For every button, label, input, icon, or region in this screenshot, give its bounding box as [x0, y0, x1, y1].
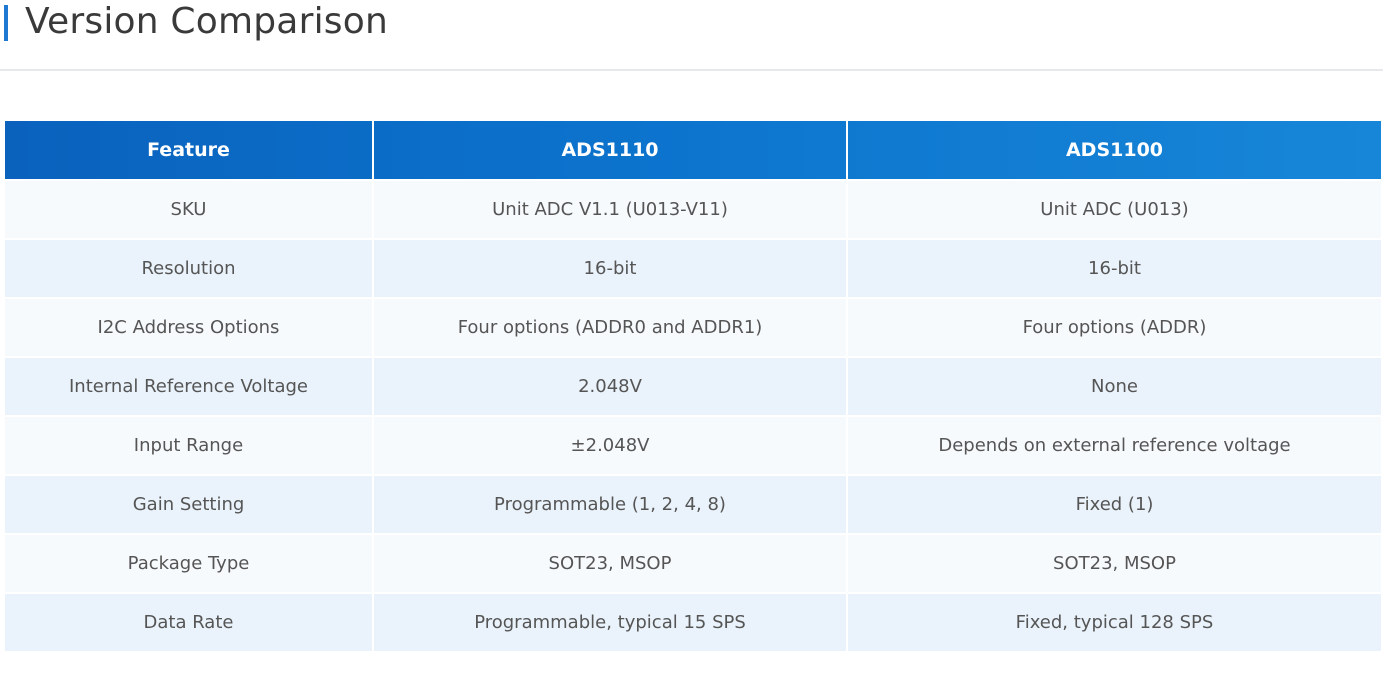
- title-accent-bar: [4, 5, 8, 41]
- feature-cell: Gain Setting: [5, 474, 374, 533]
- table-row: Internal Reference Voltage 2.048V None: [5, 356, 1381, 415]
- table-row: Gain Setting Programmable (1, 2, 4, 8) F…: [5, 474, 1381, 533]
- ads1110-cell: Unit ADC V1.1 (U013-V11): [374, 179, 848, 238]
- feature-cell: I2C Address Options: [5, 297, 374, 356]
- ads1110-cell: Programmable, typical 15 SPS: [374, 592, 848, 651]
- comparison-table: Feature ADS1110 ADS1100 SKU Unit ADC V1.…: [5, 121, 1381, 651]
- ads1100-cell: Unit ADC (U013): [848, 179, 1381, 238]
- header-feature: Feature: [5, 121, 374, 179]
- ads1110-cell: Programmable (1, 2, 4, 8): [374, 474, 848, 533]
- feature-cell: Data Rate: [5, 592, 374, 651]
- feature-cell: Input Range: [5, 415, 374, 474]
- header-ads1110: ADS1110: [374, 121, 848, 179]
- header-ads1100: ADS1100: [1065, 139, 1164, 161]
- page-header: Version Comparison: [0, 0, 1383, 71]
- page-title: Version Comparison: [25, 1, 388, 42]
- ads1100-cell: 16-bit: [848, 238, 1381, 297]
- ads1100-cell: Four options (ADDR): [848, 297, 1381, 356]
- feature-cell: Internal Reference Voltage: [5, 356, 374, 415]
- ads1100-cell: None: [848, 356, 1381, 415]
- table-row: Input Range ±2.048V Depends on external …: [5, 415, 1381, 474]
- ads1100-cell: SOT23, MSOP: [848, 533, 1381, 592]
- table-row: I2C Address Options Four options (ADDR0 …: [5, 297, 1381, 356]
- table-body: SKU Unit ADC V1.1 (U013-V11) Unit ADC (U…: [5, 179, 1381, 651]
- ads1110-cell: SOT23, MSOP: [374, 533, 848, 592]
- ads1100-cell: Fixed, typical 128 SPS: [848, 592, 1381, 651]
- ads1110-cell: 2.048V: [374, 356, 848, 415]
- ads1110-cell: Four options (ADDR0 and ADDR1): [374, 297, 848, 356]
- feature-cell: Package Type: [5, 533, 374, 592]
- ads1100-cell: Fixed (1): [848, 474, 1381, 533]
- table-row: Package Type SOT23, MSOP SOT23, MSOP: [5, 533, 1381, 592]
- table-header: Feature ADS1110 ADS1100: [5, 121, 1381, 179]
- ads1100-cell: Depends on external reference voltage: [848, 415, 1381, 474]
- ads1110-cell: ±2.048V: [374, 415, 848, 474]
- ads1110-cell: 16-bit: [374, 238, 848, 297]
- comparison-table-container: Feature ADS1110 ADS1100 SKU Unit ADC V1.…: [5, 121, 1381, 651]
- table-header-row: Feature ADS1110 ADS1100: [5, 121, 1381, 179]
- feature-cell: SKU: [5, 179, 374, 238]
- table-row: SKU Unit ADC V1.1 (U013-V11) Unit ADC (U…: [5, 179, 1381, 238]
- table-row: Data Rate Programmable, typical 15 SPS F…: [5, 592, 1381, 651]
- table-row: Resolution 16-bit 16-bit: [5, 238, 1381, 297]
- feature-cell: Resolution: [5, 238, 374, 297]
